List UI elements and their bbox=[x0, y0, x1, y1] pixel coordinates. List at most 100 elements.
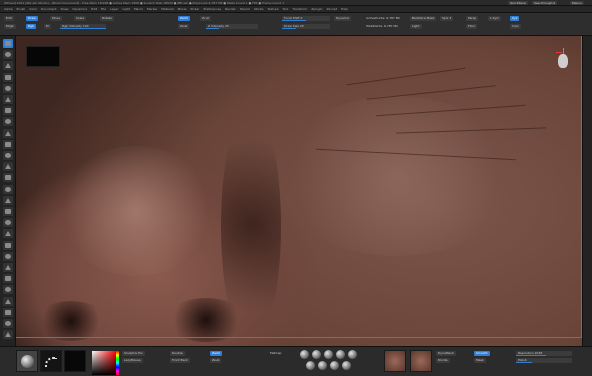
lsym-button[interactable]: L.Sym bbox=[488, 16, 502, 21]
tool-settings[interactable] bbox=[3, 330, 13, 340]
material-ball[interactable] bbox=[330, 361, 339, 370]
tool-texture[interactable] bbox=[3, 106, 13, 116]
color-picker[interactable] bbox=[92, 351, 116, 375]
menu-item[interactable]: Edit bbox=[91, 7, 97, 11]
polish-slider[interactable]: Polish bbox=[516, 358, 572, 363]
menu-item[interactable]: Picker bbox=[191, 7, 200, 11]
sculptris-pro-button[interactable]: Sculptris Pro bbox=[122, 351, 145, 356]
tool-layer[interactable] bbox=[3, 83, 13, 93]
see-through-slider[interactable]: See-through 0 bbox=[532, 1, 558, 5]
tool-history[interactable] bbox=[3, 307, 13, 317]
tool-material[interactable] bbox=[3, 95, 13, 104]
material-ball[interactable] bbox=[300, 350, 309, 359]
menu-item[interactable]: Tool bbox=[282, 7, 288, 11]
tool-solo[interactable] bbox=[3, 229, 13, 239]
edit-button[interactable]: Edit bbox=[4, 16, 14, 21]
menu-item[interactable]: Light bbox=[122, 7, 130, 11]
zadd-bottom-button[interactable]: Zadd bbox=[210, 351, 222, 356]
front-back-button[interactable]: Front Back bbox=[170, 358, 190, 363]
menu-item[interactable]: Layer bbox=[110, 7, 118, 11]
mask-button[interactable]: Mask bbox=[474, 358, 486, 363]
tool-persp[interactable] bbox=[3, 195, 13, 205]
hue-strip[interactable] bbox=[116, 351, 119, 375]
spix-slider[interactable]: Spix 3 bbox=[440, 16, 454, 21]
menu-item[interactable]: Texture bbox=[268, 7, 279, 11]
dynamic-button[interactable]: Dynamic bbox=[334, 16, 352, 21]
tool-lsym[interactable] bbox=[3, 207, 13, 216]
draw-button[interactable]: Draw bbox=[26, 16, 38, 21]
menu-item[interactable]: Render bbox=[225, 7, 236, 11]
menu-item[interactable]: Stencil bbox=[240, 7, 250, 11]
m-button[interactable]: M bbox=[44, 24, 51, 29]
brush-thumbnail[interactable] bbox=[16, 350, 38, 372]
mrgb-button[interactable]: Mrgb bbox=[4, 24, 16, 29]
quicksave-button[interactable]: QuickSave bbox=[508, 1, 528, 5]
cam-button[interactable]: Cam bbox=[510, 24, 521, 29]
orientation-gizmo[interactable] bbox=[556, 48, 570, 76]
dynamesh-button[interactable]: DynaMesh bbox=[436, 351, 456, 356]
material-ball[interactable] bbox=[336, 350, 345, 359]
rotate-button[interactable]: Rotate bbox=[100, 16, 114, 21]
tool-grid[interactable] bbox=[3, 296, 13, 306]
menu-item[interactable]: Marker bbox=[147, 7, 157, 11]
z-intensity-slider[interactable]: Z Intensity 25 bbox=[206, 24, 258, 29]
menu-item[interactable]: File bbox=[101, 7, 106, 11]
menu-item[interactable]: Alpha bbox=[4, 7, 13, 11]
persp-button[interactable]: Persp bbox=[466, 16, 479, 21]
xyz-button[interactable]: Xyz bbox=[510, 16, 520, 21]
texture-thumbnail[interactable] bbox=[410, 350, 432, 372]
material-ball[interactable] bbox=[324, 350, 333, 359]
alpha-thumbnail[interactable] bbox=[64, 350, 86, 372]
backface-mask-button[interactable]: Backface Mask bbox=[410, 16, 437, 21]
material-ball[interactable] bbox=[348, 350, 357, 359]
tool-rotate-camera[interactable] bbox=[3, 274, 13, 284]
tool-rotate[interactable] bbox=[3, 72, 13, 82]
stroke-thumbnail[interactable] bbox=[40, 350, 62, 372]
tool-info[interactable] bbox=[3, 319, 13, 328]
menu-item[interactable]: Brush bbox=[17, 7, 26, 11]
material-ball[interactable] bbox=[342, 361, 351, 370]
zsub-bottom-button[interactable]: Zsub bbox=[210, 358, 222, 363]
tool-transp[interactable] bbox=[3, 218, 13, 228]
menu-item[interactable]: Stroke bbox=[254, 7, 264, 11]
menu-item[interactable]: Zplugin bbox=[311, 7, 322, 11]
scale-button[interactable]: Scale bbox=[74, 16, 87, 21]
menu-item[interactable]: Preferences bbox=[203, 7, 221, 11]
tool-light[interactable] bbox=[3, 117, 13, 127]
menu-item[interactable]: Transform bbox=[292, 7, 307, 11]
zcut-button[interactable]: Zcut bbox=[200, 16, 211, 21]
texture-thumbnail[interactable] bbox=[384, 350, 406, 372]
tool-pan[interactable] bbox=[3, 184, 13, 194]
menu-item[interactable]: Material bbox=[161, 7, 173, 11]
menu-item[interactable]: Help bbox=[341, 7, 348, 11]
material-ball[interactable] bbox=[312, 350, 321, 359]
double-button[interactable]: Double bbox=[170, 351, 185, 356]
smooth-button[interactable]: Smooth bbox=[474, 351, 490, 356]
menu-item[interactable]: Macro bbox=[134, 7, 143, 11]
material-ball[interactable] bbox=[306, 361, 315, 370]
menu-item[interactable]: Color bbox=[29, 7, 37, 11]
tool-floor[interactable] bbox=[3, 151, 13, 160]
zadd-button[interactable]: Zadd bbox=[178, 16, 190, 21]
tool-local[interactable] bbox=[3, 285, 13, 295]
lazy-mouse-button[interactable]: LazyMouse bbox=[122, 358, 143, 363]
move-button[interactable]: Move bbox=[50, 16, 63, 21]
tool-scale[interactable] bbox=[3, 61, 13, 71]
material-ball[interactable] bbox=[318, 361, 327, 370]
draw-size-slider[interactable]: Draw Size 29 bbox=[282, 24, 330, 29]
resolution-slider[interactable]: Resolution 2048 bbox=[516, 351, 572, 356]
document-canvas[interactable] bbox=[16, 36, 592, 346]
tool-mask[interactable] bbox=[3, 128, 13, 138]
tool-xpose[interactable] bbox=[3, 240, 13, 250]
menu-item[interactable]: Document bbox=[41, 7, 57, 11]
tool-frame[interactable] bbox=[3, 162, 13, 172]
tool-lasso[interactable] bbox=[3, 263, 13, 272]
tool-zoom[interactable] bbox=[3, 173, 13, 183]
floor-button[interactable]: Floor bbox=[466, 24, 478, 29]
navigator-thumbnail[interactable] bbox=[26, 46, 60, 67]
rgb-button[interactable]: Rgb bbox=[26, 24, 36, 29]
light-button[interactable]: Light bbox=[410, 24, 422, 29]
focal-shift-slider[interactable]: Focal Shift 0 bbox=[282, 16, 330, 21]
menu-item[interactable]: Draw bbox=[61, 7, 69, 11]
tool-move[interactable] bbox=[3, 50, 13, 60]
